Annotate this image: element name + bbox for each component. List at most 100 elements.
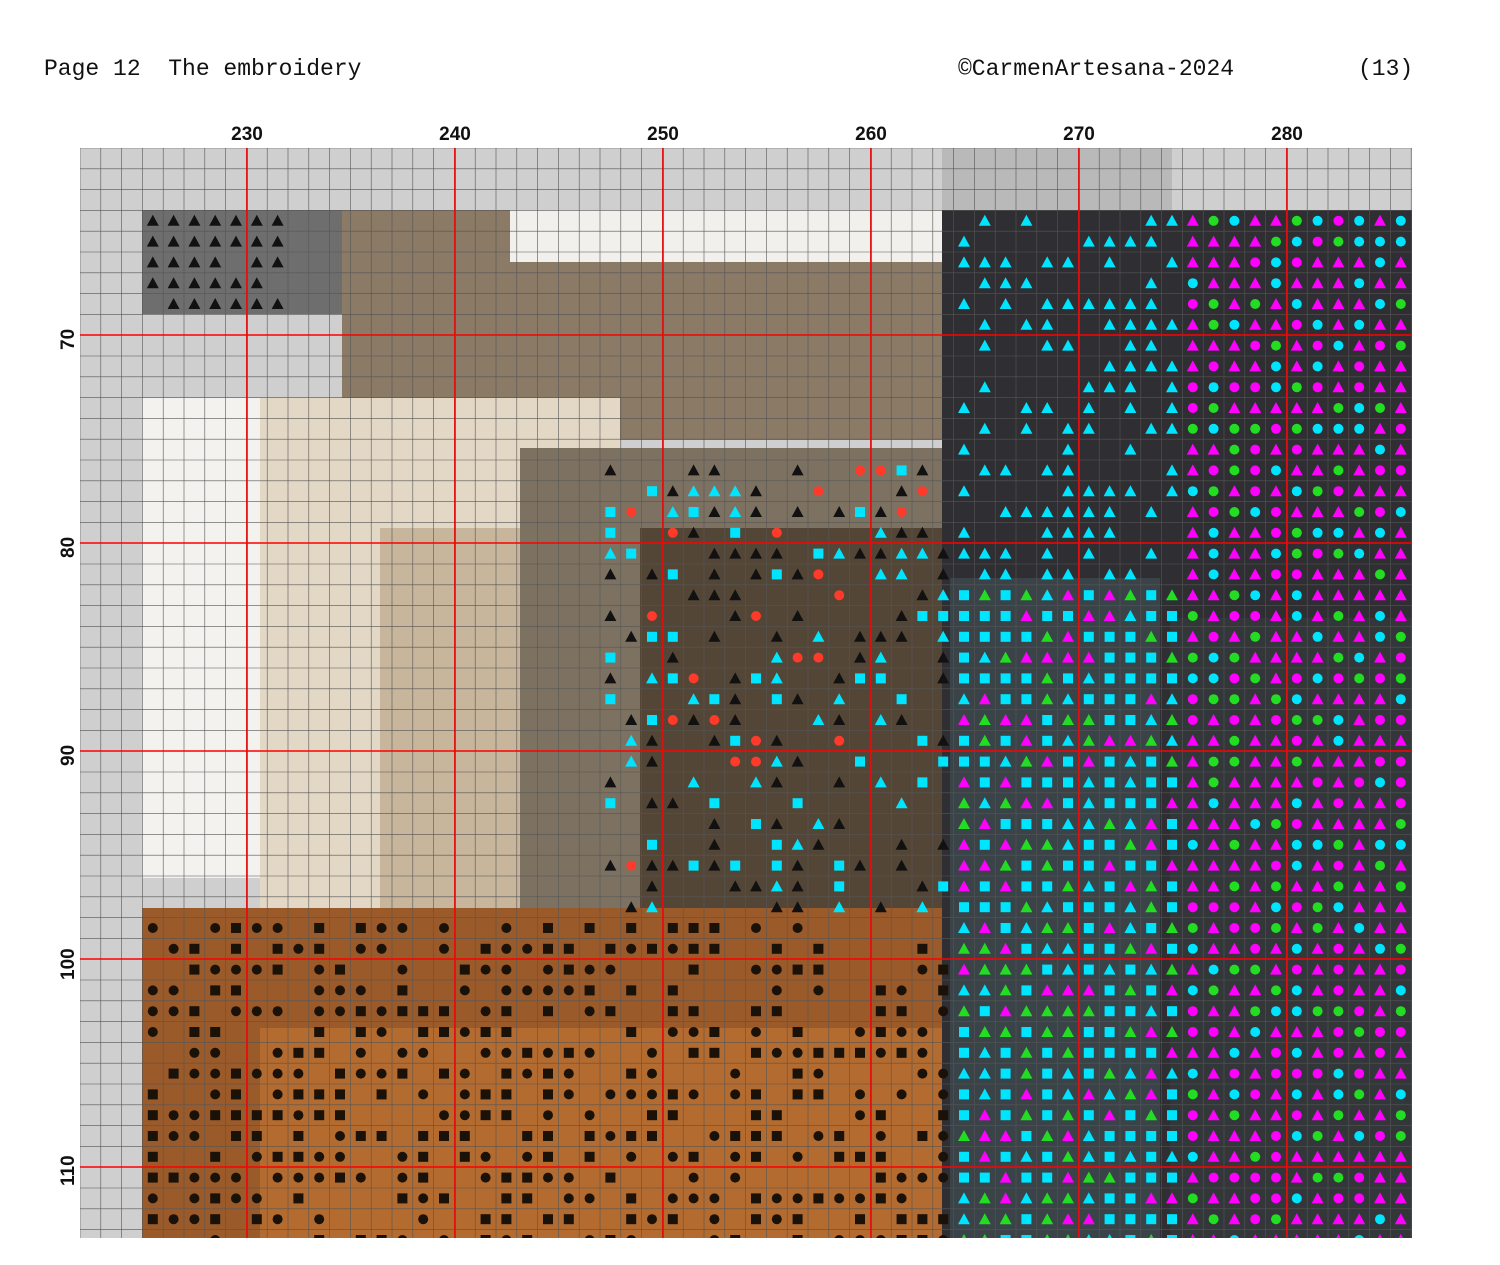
stitch-symbol bbox=[147, 1172, 158, 1183]
row-label-70: 70 bbox=[58, 328, 79, 350]
stitch-symbol bbox=[272, 1110, 283, 1121]
stitch-symbol bbox=[397, 985, 408, 996]
stitch-symbol bbox=[647, 1131, 657, 1141]
stitch-symbol bbox=[1354, 236, 1365, 247]
stitch-symbol bbox=[480, 1235, 491, 1238]
stitch-symbol bbox=[709, 1047, 720, 1058]
stitch-symbol bbox=[1333, 798, 1344, 809]
stitch-symbol bbox=[1229, 694, 1240, 705]
stitch-symbol bbox=[314, 985, 325, 996]
stitch-symbol bbox=[355, 943, 366, 954]
stitch-symbol bbox=[605, 1131, 616, 1141]
stitch-symbol bbox=[1333, 652, 1344, 663]
stitch-symbol bbox=[1333, 423, 1344, 434]
stitch-symbol bbox=[397, 1068, 408, 1079]
stitch-symbol bbox=[272, 1172, 283, 1183]
stitch-symbol bbox=[1354, 1193, 1365, 1204]
stitch-symbol bbox=[584, 923, 595, 933]
stitch-symbol bbox=[688, 923, 699, 933]
stitch-symbol bbox=[792, 1193, 803, 1204]
stitch-symbol bbox=[1271, 819, 1281, 829]
stitch-symbol bbox=[1208, 673, 1219, 684]
stitch-symbol bbox=[522, 1068, 533, 1079]
stitch-symbol bbox=[1208, 548, 1219, 559]
stitch-symbol bbox=[1250, 299, 1261, 309]
stitch-symbol bbox=[1271, 1068, 1281, 1079]
stitch-symbol bbox=[855, 756, 865, 767]
stitch-symbol bbox=[1167, 1235, 1177, 1238]
stitch-symbol bbox=[709, 1214, 720, 1225]
stitch-symbol bbox=[1104, 985, 1115, 996]
stitch-symbol bbox=[1104, 1193, 1115, 1204]
stitch-symbol bbox=[667, 985, 678, 996]
stitch-symbol bbox=[1333, 486, 1344, 497]
stitch-symbol bbox=[896, 1214, 907, 1225]
stitch-symbol bbox=[959, 1110, 969, 1121]
stitch-symbol bbox=[355, 1027, 366, 1037]
stitch-symbol bbox=[1208, 1214, 1219, 1225]
stitch-symbol bbox=[1104, 902, 1115, 913]
stitch-symbol bbox=[917, 1131, 928, 1141]
stitch-symbol bbox=[688, 1089, 699, 1100]
stitch-symbol bbox=[875, 1151, 886, 1162]
stitch-symbol bbox=[272, 1089, 283, 1100]
stitch-symbol bbox=[667, 1110, 678, 1121]
stitch-symbol bbox=[1375, 943, 1385, 954]
stitch-symbol bbox=[147, 1027, 158, 1037]
stitch-symbol bbox=[231, 943, 241, 954]
stitch-symbol bbox=[875, 1110, 886, 1121]
stitch-symbol bbox=[855, 1193, 865, 1204]
stitch-symbol bbox=[1146, 923, 1157, 933]
stitch-symbol bbox=[231, 1172, 241, 1183]
stitch-symbol bbox=[1167, 1131, 1177, 1141]
stitch-symbol bbox=[522, 1131, 533, 1141]
stitch-symbol bbox=[584, 1047, 595, 1058]
stitch-symbol bbox=[459, 964, 470, 975]
stitch-symbol bbox=[1333, 215, 1344, 226]
stitch-symbol bbox=[771, 985, 782, 996]
stitch-symbol bbox=[667, 923, 678, 933]
stitch-symbol bbox=[771, 839, 782, 850]
stitch-symbol bbox=[1208, 215, 1219, 226]
stitch-symbol bbox=[1291, 860, 1302, 871]
stitch-symbol bbox=[959, 756, 969, 767]
stitch-symbol bbox=[1333, 735, 1344, 746]
stitch-symbol bbox=[1021, 1235, 1032, 1238]
stitch-symbol bbox=[189, 1193, 200, 1204]
stitch-symbol bbox=[1312, 839, 1323, 850]
stitch-symbol bbox=[147, 923, 158, 933]
stitch-symbol bbox=[751, 1110, 761, 1121]
stitch-symbol bbox=[896, 1172, 907, 1183]
stitch-symbol bbox=[834, 860, 845, 871]
stitch-symbol bbox=[834, 590, 845, 601]
stitch-symbol bbox=[1291, 1006, 1302, 1017]
stitch-symbol bbox=[1167, 819, 1177, 829]
stitch-symbol bbox=[875, 673, 886, 684]
stitch-symbol bbox=[1395, 215, 1406, 226]
stitch-symbol bbox=[1187, 1068, 1198, 1079]
stitch-symbol bbox=[1291, 798, 1302, 809]
stitch-symbol bbox=[272, 943, 283, 954]
stitch-symbol bbox=[751, 611, 761, 621]
stitch-symbol bbox=[917, 777, 928, 788]
stitch-symbol bbox=[1208, 319, 1219, 330]
stitch-symbol bbox=[1375, 569, 1385, 580]
stitch-symbol bbox=[1375, 715, 1385, 725]
stitch-symbol bbox=[1083, 590, 1094, 601]
stitch-symbol bbox=[1312, 1172, 1323, 1183]
stitch-symbol bbox=[1167, 881, 1177, 892]
stitch-symbol bbox=[210, 1193, 221, 1204]
stitch-symbol bbox=[1354, 1027, 1365, 1037]
stitch-symbol bbox=[1208, 299, 1219, 309]
stitch-symbol bbox=[543, 964, 553, 975]
stitch-symbol bbox=[293, 1151, 304, 1162]
stitch-symbol bbox=[439, 1006, 449, 1017]
stitch-symbol bbox=[1021, 1214, 1032, 1225]
stitch-symbol bbox=[1063, 756, 1073, 767]
stitch-symbol bbox=[792, 1151, 803, 1162]
stitch-symbol bbox=[1021, 1027, 1032, 1037]
stitch-symbol bbox=[917, 1027, 928, 1037]
stitch-symbol bbox=[1312, 361, 1323, 372]
stitch-symbol bbox=[1333, 548, 1344, 559]
stitch-symbol bbox=[730, 1172, 741, 1183]
